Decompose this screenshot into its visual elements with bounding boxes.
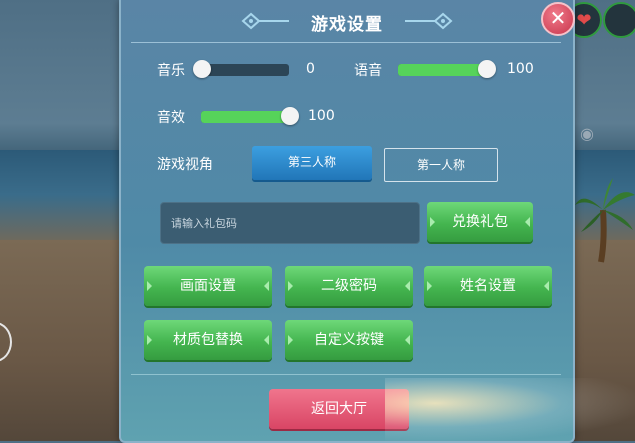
music-slider-knob[interactable] [193,60,211,78]
gift-code-input[interactable]: 请输入礼包码 [160,202,420,244]
sfx-label: 音效 [157,110,185,126]
sfx-slider[interactable] [201,107,299,125]
sfx-slider-fill [201,111,293,123]
voice-slider-fill [398,64,490,76]
divider-bottom [131,374,561,375]
divider [131,42,561,43]
graphics-settings-button[interactable]: 画面设置 [144,266,272,306]
name-settings-button[interactable]: 姓名设置 [424,266,552,306]
sfx-slider-knob[interactable] [281,107,299,125]
heart-icon: ❤ [576,9,592,31]
voice-slider[interactable] [398,60,496,78]
close-icon: ✕ [549,6,567,30]
music-value: 0 [306,61,315,77]
redeem-gift-button[interactable]: 兑换礼包 [427,202,533,242]
title-bar: 游戏设置 [121,4,573,38]
second-password-button[interactable]: 二级密码 [285,266,413,306]
watermark-glare [385,378,635,441]
texture-pack-button[interactable]: 材质包替换 [144,320,272,360]
view-label: 游戏视角 [157,157,213,173]
panel-title: 游戏设置 [311,15,383,35]
music-slider[interactable] [193,60,289,78]
close-button[interactable]: ✕ [541,2,575,36]
palm-tree-icon [575,178,635,263]
voice-label: 语音 [354,63,382,79]
custom-keys-button[interactable]: 自定义按键 [285,320,413,360]
ornament-right-icon [405,12,453,30]
music-label: 音乐 [157,63,185,79]
sfx-value: 100 [308,108,335,124]
voice-slider-knob[interactable] [478,60,496,78]
corner-button[interactable] [603,2,635,38]
eye-icon[interactable]: ◉ [580,124,606,143]
voice-value: 100 [507,61,534,77]
view-first-person-tab[interactable]: 第一人称 [384,148,498,182]
view-third-person-tab[interactable]: 第三人称 [252,146,372,180]
settings-panel: 游戏设置 ✕ 音乐 0 语音 100 音效 100 游戏视角 第三人称 第一人称… [119,0,575,443]
